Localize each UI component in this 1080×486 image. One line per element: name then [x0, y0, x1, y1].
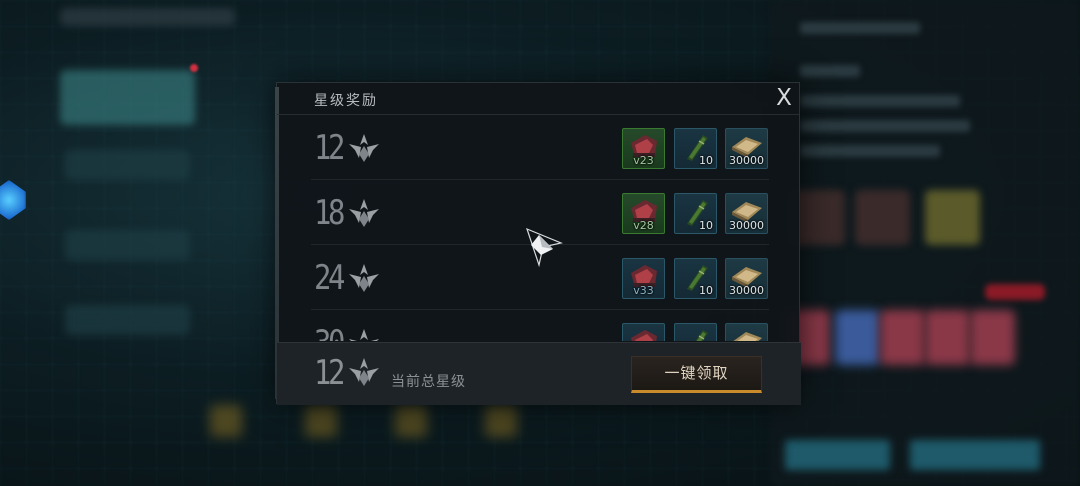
- background-card: [60, 70, 195, 125]
- green-scroll-reward[interactable]: 10: [674, 258, 717, 299]
- tier-star-count: 12: [314, 128, 345, 168]
- dialog-header: 星级奖励 X: [277, 83, 799, 115]
- tier-star-count: 18: [314, 193, 345, 233]
- red-mech-reward[interactable]: v28: [622, 193, 665, 234]
- background-icon: [485, 405, 517, 437]
- background-hero: [925, 310, 970, 365]
- red-mech-reward[interactable]: v23: [622, 128, 665, 169]
- gold-ingot-reward[interactable]: [725, 323, 768, 341]
- reward-quantity: 30000: [729, 219, 764, 232]
- gold-ingot-reward[interactable]: 30000: [725, 193, 768, 234]
- reward-quantity: 30000: [729, 154, 764, 167]
- pointer-cursor-icon: [526, 227, 563, 268]
- close-button[interactable]: X: [772, 85, 796, 111]
- background-text: [800, 65, 860, 77]
- reward-tier-row: 30: [311, 311, 769, 341]
- background-badge: [985, 284, 1045, 300]
- background-button: [785, 440, 890, 470]
- reward-quantity: v28: [633, 219, 654, 232]
- green-scroll-reward[interactable]: [674, 323, 717, 341]
- background-text: [800, 145, 940, 157]
- dialog-title: 星级奖励: [314, 93, 378, 109]
- tier-star-count: 30: [314, 323, 345, 341]
- star-rank-icon: [349, 264, 379, 292]
- total-stars-value: 12: [314, 353, 345, 393]
- claim-all-button[interactable]: 一键领取: [631, 356, 762, 393]
- background-topbar: [60, 8, 235, 26]
- dialog-footer: 12 当前总星级 一键领取: [277, 342, 801, 405]
- star-rank-icon: [349, 329, 379, 341]
- background-row: [65, 305, 190, 335]
- reward-quantity: 10: [699, 284, 713, 297]
- star-rank-icon: [349, 358, 379, 386]
- background-text: [800, 22, 920, 34]
- red-mech-reward[interactable]: v33: [622, 258, 665, 299]
- background-text: [800, 95, 960, 107]
- red-mech-reward[interactable]: [622, 323, 665, 341]
- background-item: [925, 190, 980, 245]
- background-hero: [880, 310, 925, 365]
- reward-quantity: 30000: [729, 284, 764, 297]
- background-text: [800, 120, 970, 132]
- background-icon: [305, 405, 337, 437]
- background-button: [910, 440, 1040, 470]
- background-hero: [835, 310, 880, 365]
- reward-tier-row: 12 v23 10 30000: [311, 116, 769, 180]
- reward-quantity: v33: [633, 284, 654, 297]
- reward-quantity: 10: [699, 219, 713, 232]
- star-rank-icon: [349, 134, 379, 162]
- reward-quantity: v23: [633, 154, 654, 167]
- green-scroll-reward[interactable]: 10: [674, 193, 717, 234]
- gold-ingot-reward[interactable]: 30000: [725, 128, 768, 169]
- gold-ingot-reward[interactable]: 30000: [725, 258, 768, 299]
- background-row: [65, 230, 190, 260]
- star-rank-icon: [349, 199, 379, 227]
- green-scroll-reward[interactable]: 10: [674, 128, 717, 169]
- background-icon: [395, 405, 427, 437]
- background-hero: [970, 310, 1015, 365]
- total-stars-label: 当前总星级: [391, 374, 466, 390]
- background-icon: [210, 405, 242, 437]
- tier-star-count: 24: [314, 258, 345, 298]
- background-item: [855, 190, 910, 245]
- background-row: [65, 150, 190, 180]
- background-red-dot: [190, 64, 198, 72]
- reward-quantity: 10: [699, 154, 713, 167]
